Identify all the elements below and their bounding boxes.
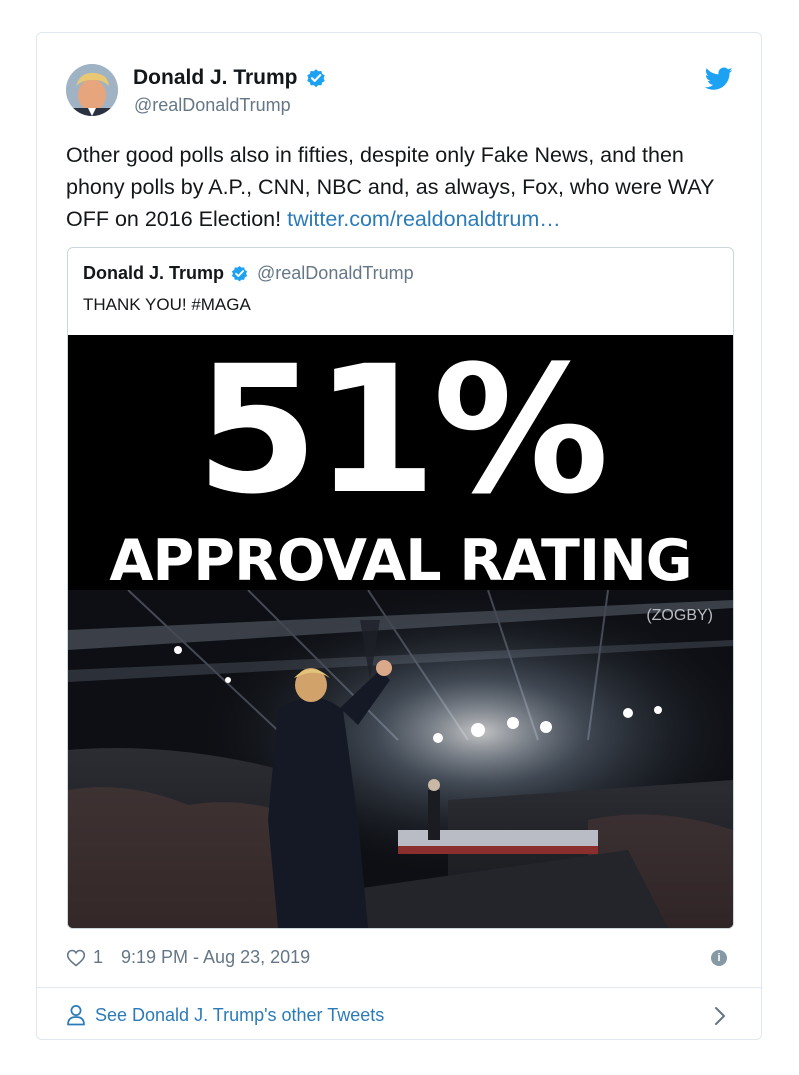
poll-source: (ZOGBY) (646, 607, 713, 624)
twitter-bird-icon[interactable] (705, 67, 733, 91)
tweet-text: Other good polls also in fifties, despit… (66, 139, 746, 235)
quoted-author-handle[interactable]: @realDonaldTrump (257, 263, 414, 284)
author-handle[interactable]: @realDonaldTrump (134, 95, 291, 116)
quoted-tweet-image[interactable]: 51% APPROVAL RATING (ZOGBY) (68, 335, 733, 928)
heart-icon[interactable] (66, 948, 86, 968)
avatar-photo (66, 64, 118, 116)
quoted-author-name[interactable]: Donald J. Trump (83, 263, 224, 284)
headline-number: 51% (195, 335, 609, 533)
avatar[interactable] (66, 64, 118, 116)
verified-badge-icon (231, 265, 248, 282)
rally-photo (68, 590, 733, 928)
see-other-tweets-link[interactable]: See Donald J. Trump's other Tweets (66, 1004, 384, 1026)
author-name[interactable]: Donald J. Trump (133, 66, 298, 90)
info-icon[interactable]: i (711, 950, 727, 966)
embedded-tweet-card: Donald J. Trump @realDonaldTrump Other g… (36, 32, 762, 1040)
quoted-tweet-text: THANK YOU! #MAGA (83, 295, 251, 314)
tweet-link[interactable]: twitter.com/realdonaldtrum… (287, 207, 561, 231)
person-icon (67, 1005, 85, 1026)
headline-text: APPROVAL RATING (109, 528, 692, 594)
tweet-timestamp[interactable]: 9:19 PM - Aug 23, 2019 (121, 947, 310, 968)
chevron-right-icon[interactable] (713, 1005, 727, 1027)
like-count[interactable]: 1 (93, 947, 103, 968)
quoted-tweet[interactable]: Donald J. Trump @realDonaldTrump THANK Y… (67, 247, 734, 929)
divider (37, 987, 761, 988)
see-other-tweets-label: See Donald J. Trump's other Tweets (95, 1004, 385, 1025)
verified-badge-icon (306, 69, 325, 88)
